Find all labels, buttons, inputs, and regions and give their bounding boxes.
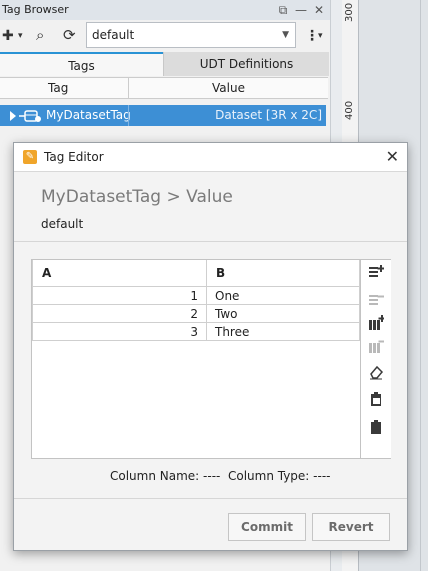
column-divider[interactable] — [128, 78, 129, 98]
add-column-icon[interactable] — [368, 315, 384, 331]
table-cell[interactable]: One — [206, 286, 360, 305]
minimize-icon[interactable]: — — [294, 3, 308, 17]
table-header-row: A B — [32, 260, 360, 287]
tag-name: MyDatasetTag — [46, 108, 131, 122]
table-row[interactable]: MyDatasetTag Dataset [3R x 2C] — [0, 105, 326, 126]
add-tag-icon[interactable]: ✚ — [2, 28, 14, 44]
tag-browser-title: Tag Browser — [2, 3, 69, 16]
refresh-icon[interactable]: ⟳ — [63, 27, 76, 43]
search-icon[interactable]: ⌕ — [36, 27, 44, 43]
tag-table-header: Tag Value — [0, 77, 328, 99]
table-cell[interactable]: 1 — [32, 286, 207, 305]
paste-icon[interactable] — [368, 391, 384, 407]
divider — [14, 498, 407, 499]
clipboard-icon[interactable] — [368, 419, 384, 435]
tag-provider-value: default — [92, 28, 135, 42]
column-header-value[interactable]: Value — [212, 81, 245, 95]
breadcrumb: MyDatasetTag > Value — [41, 187, 233, 207]
dataset-editor: A B 1 One 2 Two 3 Three — [31, 259, 391, 459]
tag-editor-title: Tag Editor — [44, 150, 104, 164]
expand-dataset-tag-icon[interactable] — [9, 109, 43, 123]
divider — [14, 241, 407, 242]
table-row[interactable]: 2 Two — [32, 304, 360, 323]
dropdown-arrow-icon[interactable]: ▼ — [282, 30, 289, 40]
close-icon[interactable]: ✕ — [386, 147, 399, 166]
eraser-icon[interactable] — [368, 364, 384, 380]
tag-browser-titlebar: Tag Browser ⧉ — ✕ — [0, 0, 330, 21]
tab-tags[interactable]: Tags — [0, 52, 163, 76]
table-row[interactable]: 3 Three — [32, 322, 360, 341]
table-cell[interactable]: 2 — [32, 304, 207, 323]
tag-browser-tabs: Tags UDT Definitions — [0, 52, 330, 77]
column-info: Column Name: ---- Column Type: ---- — [110, 469, 331, 483]
table-cell[interactable]: Three — [206, 322, 360, 341]
tab-udt-definitions[interactable]: UDT Definitions — [163, 52, 329, 76]
table-cell[interactable]: Two — [206, 304, 360, 323]
tag-editor-titlebar[interactable]: ✎ Tag Editor ✕ — [14, 143, 407, 172]
remove-row-icon[interactable] — [368, 292, 384, 308]
revert-button[interactable]: Revert — [312, 513, 390, 541]
tag-provider-select[interactable]: default ▼ — [86, 22, 296, 48]
restore-icon[interactable]: ⧉ — [276, 3, 290, 17]
ruler-mark: 400 — [344, 100, 355, 120]
close-icon[interactable]: ✕ — [312, 3, 326, 17]
ruler-mark: 300 — [344, 2, 355, 22]
column-divider — [128, 105, 129, 126]
more-options-icon[interactable]: ⋮ — [305, 28, 319, 44]
canvas-guide-line — [420, 0, 421, 571]
dataset-name: default — [41, 217, 84, 231]
dataset-table: A B 1 One 2 Two 3 Three — [32, 260, 360, 341]
column-header-tag[interactable]: Tag — [48, 81, 68, 95]
chevron-down-icon[interactable]: ▾ — [18, 28, 23, 44]
tag-editor-dialog: ✎ Tag Editor ✕ MyDatasetTag > Value defa… — [13, 142, 408, 551]
dataset-toolbar — [360, 260, 391, 458]
tag-value: Dataset [3R x 2C] — [215, 108, 322, 122]
tag-editor-app-icon: ✎ — [23, 150, 37, 164]
commit-button[interactable]: Commit — [228, 513, 306, 541]
chevron-down-icon[interactable]: ▾ — [318, 28, 323, 44]
column-header-b[interactable]: B — [206, 260, 360, 287]
column-header-a[interactable]: A — [32, 260, 207, 287]
add-row-icon[interactable] — [368, 264, 384, 280]
remove-column-icon[interactable] — [368, 338, 384, 354]
table-row[interactable]: 1 One — [32, 286, 360, 305]
table-cell[interactable]: 3 — [32, 322, 207, 341]
